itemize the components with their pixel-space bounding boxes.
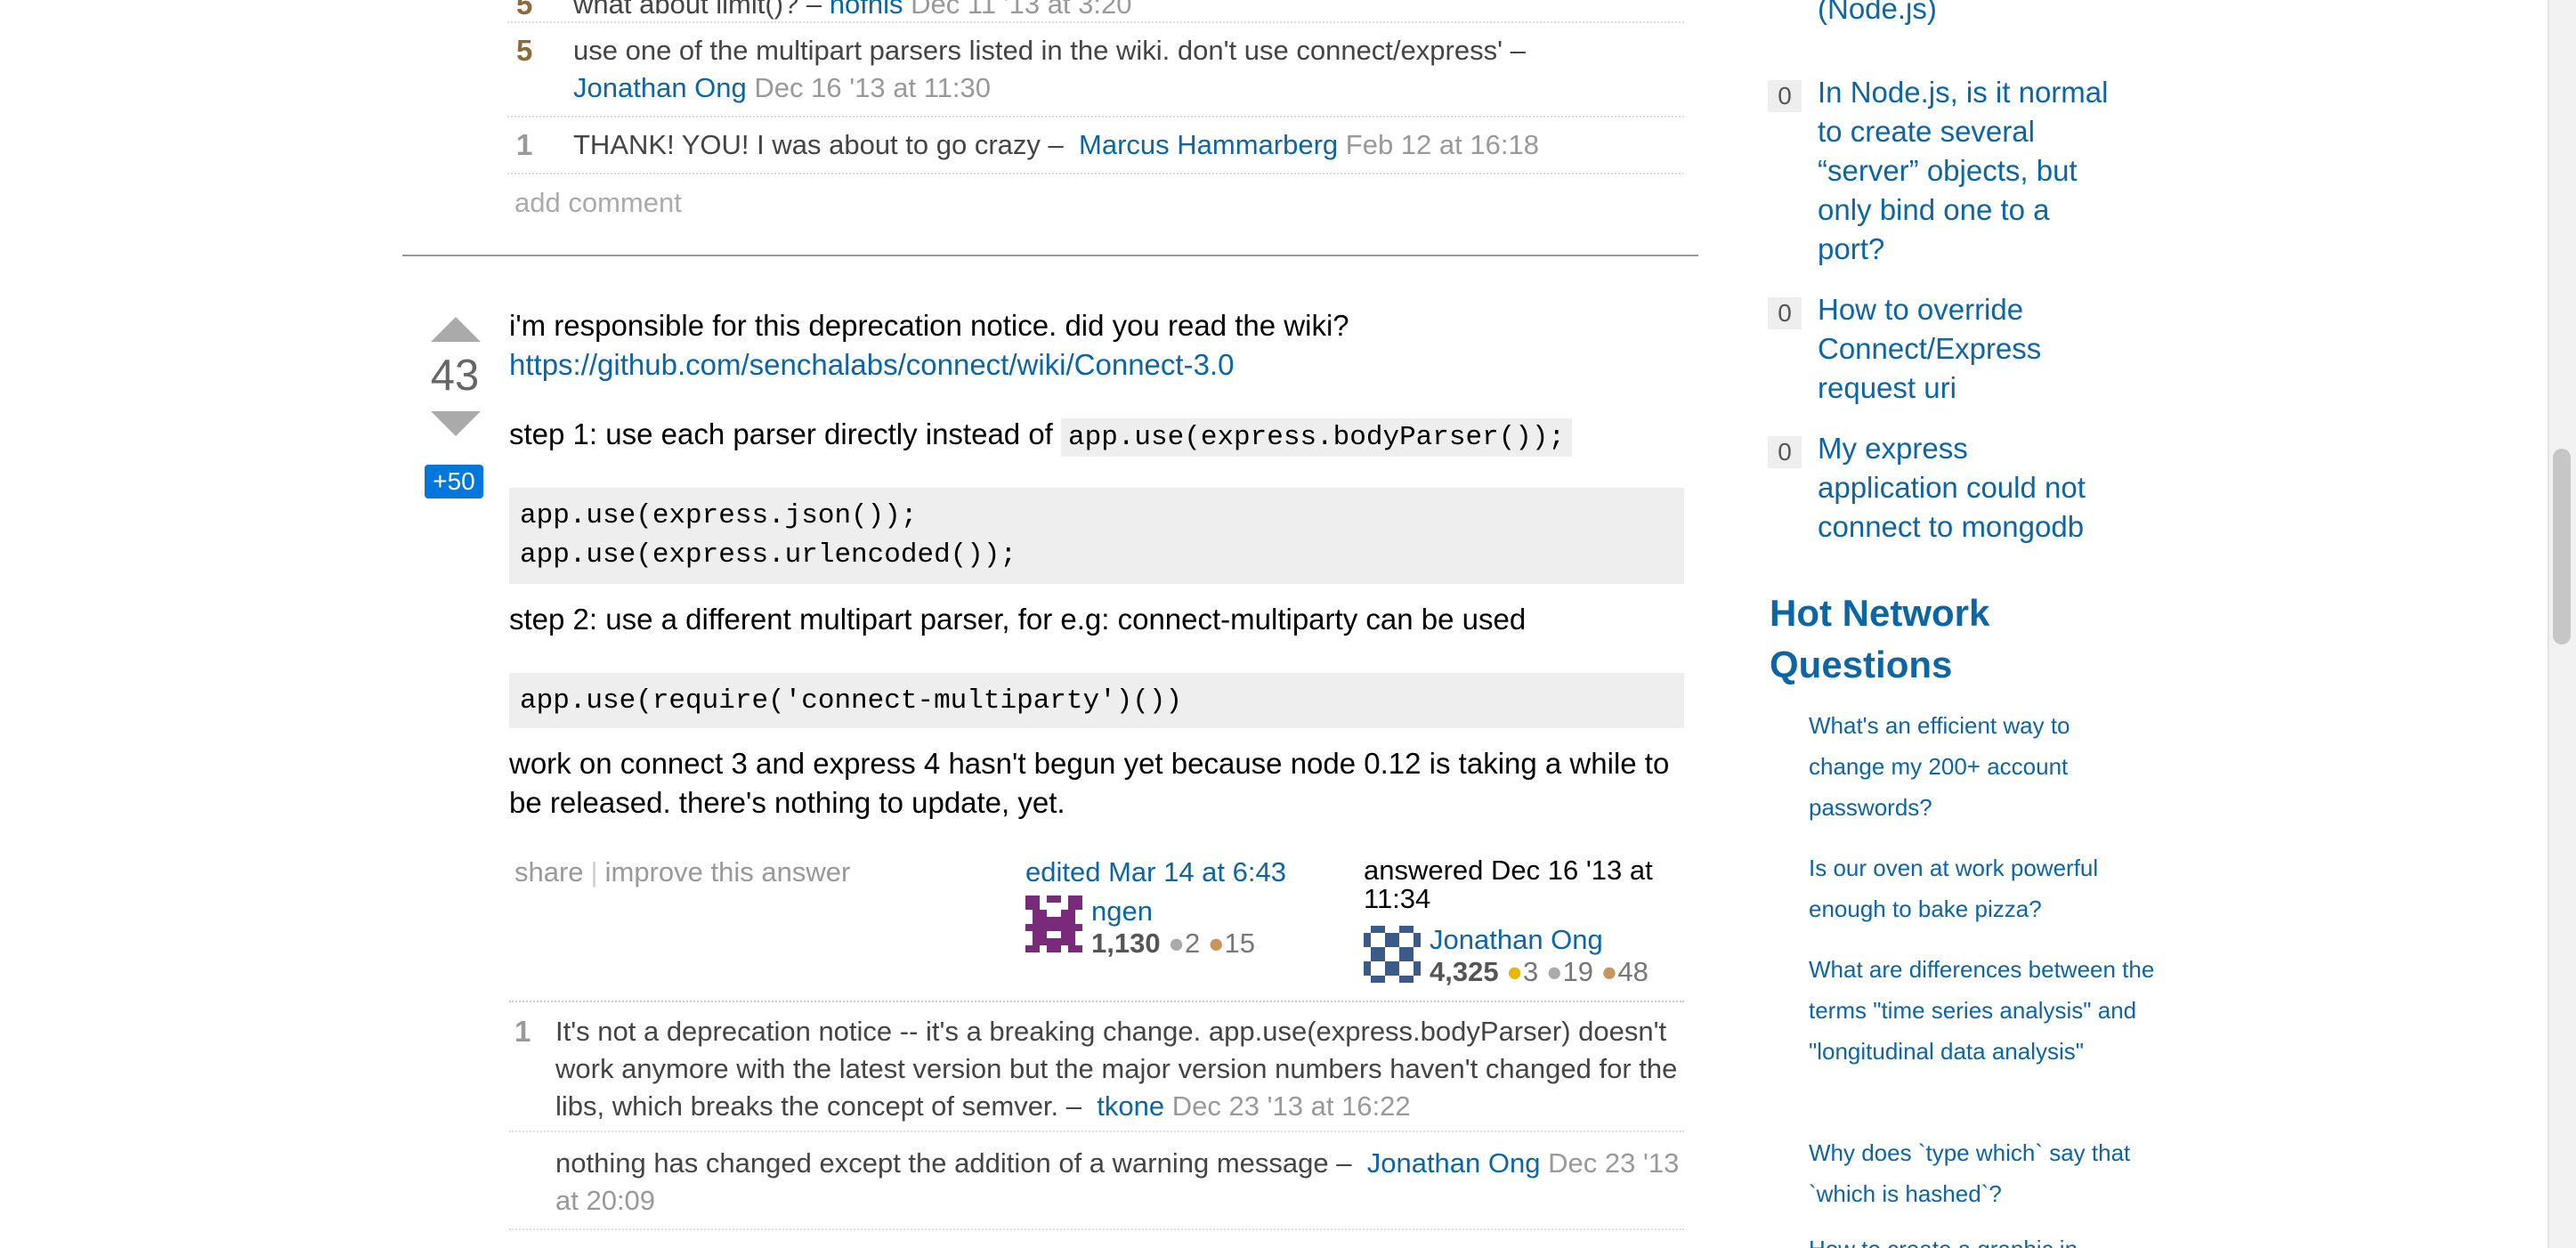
silver-badge-icon: ● (1168, 928, 1185, 959)
page: 5 what about limit()? – hofnis Dec 11 '1… (0, 0, 2576, 1248)
comment-user-link[interactable]: Jonathan Ong (1367, 1147, 1541, 1179)
bronze-badge-icon: ● (1600, 956, 1618, 987)
scrollbar-thumb[interactable] (2553, 449, 2571, 644)
answer-intro-text: i'm responsible for this deprecation not… (509, 309, 1349, 342)
bronze-badge-count: 15 (1224, 928, 1256, 959)
hot-network-item[interactable]: What's an efficient way to change my 200… (1809, 705, 2111, 828)
comment-date[interactable]: Dec 16 '13 at 11:30 (754, 72, 991, 103)
silver-badge-icon: ● (1545, 956, 1563, 987)
answered-label[interactable]: answered Dec 16 '13 at 11:34 (1364, 856, 1684, 913)
add-comment-link[interactable]: add comment (514, 187, 682, 219)
related-question: directory in Connect (Node.js) (1768, 0, 2168, 48)
answerer-user-link[interactable]: Jonathan Ong (1430, 924, 1648, 956)
comments-divider (509, 1001, 1684, 1002)
hot-network-title[interactable]: Hot Network Questions (1770, 588, 2143, 691)
comment-score: 5 (516, 0, 533, 20)
code-block: app.use(express.json()); app.use(express… (509, 488, 1684, 584)
related-question-link[interactable]: My express application could not connect… (1818, 429, 2111, 547)
related-question-link[interactable]: directory in Connect (Node.js) (1818, 0, 2085, 28)
edited-signature: edited Mar 14 at 6:43 (1025, 856, 1328, 888)
gold-badge-icon: ● (1506, 956, 1523, 987)
editor-details: ngen 1,130 ●2 ●15 (1091, 895, 1255, 960)
comment-row: 5 what about limit()? – hofnis Dec 11 '1… (507, 0, 1684, 23)
comment-date[interactable]: Dec 11 '13 at 3:20 (911, 0, 1131, 20)
improve-answer-link[interactable]: improve this answer (605, 856, 851, 887)
code-block: app.use(require('connect-multiparty')()) (509, 673, 1684, 728)
avatar[interactable] (1025, 895, 1082, 952)
comment-row: 1 THANK! YOU! I was about to go crazy – … (507, 125, 1684, 174)
related-question-link[interactable]: In Node.js, is it normal to create sever… (1818, 73, 2120, 269)
comment-user-link[interactable]: Jonathan Ong (573, 72, 747, 103)
comment-user-link[interactable]: hofnis (830, 0, 903, 20)
related-question: 0 My express application could not conne… (1768, 429, 2168, 554)
bronze-badge-count: 48 (1617, 956, 1648, 987)
comment-date[interactable]: Feb 12 at 16:18 (1346, 129, 1539, 160)
comment-score: 1 (516, 128, 533, 161)
avatar[interactable] (1364, 926, 1421, 983)
inline-code: app.use(express.bodyParser()); (1061, 418, 1573, 457)
editor-user-link[interactable]: ngen (1091, 895, 1255, 928)
step1-paragraph: step 1: use each parser directly instead… (509, 415, 1573, 458)
comment-row: nothing has changed except the addition … (509, 1145, 1684, 1230)
related-score: 0 (1768, 297, 1802, 329)
silver-badge-count: 19 (1562, 956, 1594, 987)
menu-separator: | (590, 856, 598, 887)
comment-dash: – (1510, 35, 1526, 66)
answerer-details: Jonathan Ong 4,325 ●3 ●19 ●48 (1430, 924, 1648, 988)
hot-network-item[interactable]: How to create a graphic in Python (1809, 1228, 2156, 1248)
vote-count: 43 (430, 352, 480, 400)
comment-text: nothing has changed except the addition … (555, 1147, 1329, 1179)
answered-signature: answered Dec 16 '13 at 11:34 (1364, 856, 1684, 913)
hot-network-item[interactable]: Why does `type which` say that `which is… (1809, 1132, 2147, 1214)
comment-dash: – (806, 0, 822, 20)
comment-row: 5 use one of the multipart parsers liste… (507, 28, 1684, 118)
hot-network-item[interactable]: What are differences between the terms "… (1809, 949, 2156, 1072)
hot-network-item[interactable]: Is our oven at work powerful enough to b… (1809, 847, 2129, 929)
related-score: 0 (1768, 436, 1802, 468)
answer-intro: i'm responsible for this deprecation not… (509, 306, 1693, 385)
comment-dash: – (1048, 129, 1064, 160)
comment-dash: – (1065, 1090, 1082, 1122)
vote-up-icon[interactable] (431, 317, 481, 342)
gold-badge-count: 3 (1522, 956, 1539, 987)
comment-date[interactable]: Dec 23 '13 at 16:22 (1172, 1090, 1411, 1122)
answerer-reputation: 4,325 (1430, 956, 1499, 987)
comment-row: 1 It's not a deprecation notice -- it's … (509, 1013, 1684, 1132)
editor-reputation: 1,130 (1091, 928, 1161, 959)
comment-user-link[interactable]: tkone (1097, 1090, 1164, 1122)
comment-text: what about limit()? (573, 0, 799, 20)
comment-text: use one of the multipart parsers listed … (573, 35, 1503, 66)
comment-score: 5 (516, 34, 533, 67)
vote-down-icon[interactable] (431, 411, 481, 436)
edited-link[interactable]: edited Mar 14 at 6:43 (1025, 856, 1328, 888)
comment-text: THANK! YOU! I was about to go crazy (573, 129, 1041, 160)
bounty-badge[interactable]: +50 (425, 465, 483, 498)
share-link[interactable]: share (514, 856, 584, 887)
wiki-link[interactable]: https://github.com/senchalabs/connect/wi… (509, 348, 1234, 381)
bronze-badge-icon: ● (1207, 928, 1225, 959)
post-menu: share | improve this answer (514, 856, 850, 888)
step2-paragraph: step 2: use a different multipart parser… (509, 603, 1527, 636)
comment-score: 1 (514, 1015, 531, 1048)
closing-paragraph: work on connect 3 and express 4 hasn't b… (509, 747, 1670, 819)
related-score: 0 (1768, 80, 1802, 112)
related-question: 0 In Node.js, is it normal to create sev… (1768, 73, 2168, 269)
comment-user-link[interactable]: Marcus Hammarberg (1079, 129, 1338, 160)
related-question-link[interactable]: How to override Connect/Express request … (1818, 290, 2085, 408)
step1-text: step 1: use each parser directly instead… (509, 417, 1053, 450)
comment-dash: – (1336, 1147, 1352, 1179)
related-question: 0 How to override Connect/Express reques… (1768, 290, 2168, 415)
answer-separator (402, 255, 1698, 256)
silver-badge-count: 2 (1184, 928, 1201, 959)
